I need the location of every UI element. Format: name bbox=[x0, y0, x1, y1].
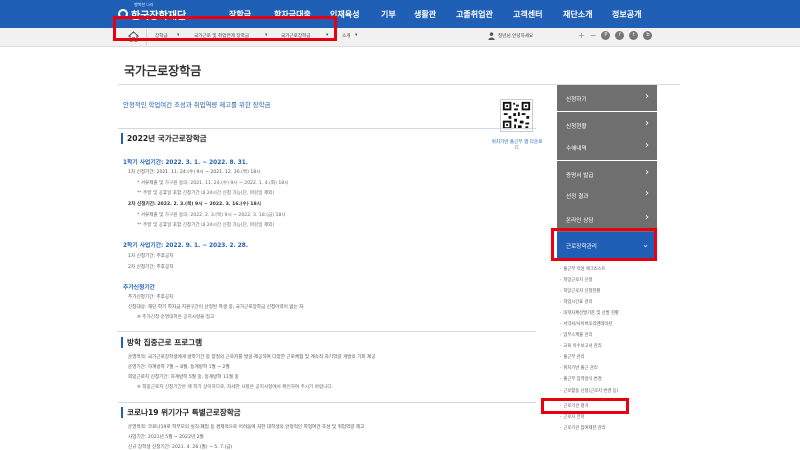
facebook-icon[interactable]: f bbox=[615, 31, 625, 40]
section-divider bbox=[118, 402, 536, 403]
section-title-vacation: 방학 집중근로 프로그램 bbox=[121, 337, 202, 348]
covid-line: 운영목적: 코로나19로 학부모의 실직·폐업 등 경제적으로 어려움에 처한 … bbox=[128, 425, 365, 430]
page-intro: 안정적인 학업여건 조성과 취업역량 제고를 위한 장학금 bbox=[123, 101, 271, 109]
sidebar-item-label: 온라인 상담 bbox=[566, 218, 594, 224]
section-divider bbox=[118, 331, 536, 332]
period-1-line: 2차 신청기간: 2022. 2. 3.(목) 9시 ~ 2022. 3. 16… bbox=[128, 202, 261, 207]
submenu-item[interactable]: 업무스케줄 관리 bbox=[560, 332, 592, 338]
submenu-item[interactable]: 근로기관 참여제한 관리 bbox=[560, 425, 605, 431]
menu-item-about[interactable]: 재단소개 bbox=[563, 9, 592, 20]
sidebar-item-label: 신청하기 bbox=[566, 97, 587, 103]
submenu-item[interactable]: 희망근로지 신청현황 bbox=[560, 288, 600, 294]
extra-period-line: ※ 추가신청 운영대학은 공지사항을 참고 bbox=[137, 315, 215, 320]
breadcrumb-highlight-box bbox=[113, 16, 337, 41]
chevron-right-icon: › bbox=[645, 91, 649, 102]
submenu-item[interactable]: 출근부 작성 체크리스트 bbox=[560, 266, 605, 272]
extra-period-title: 추가신청기간 bbox=[123, 285, 155, 291]
greeting-text: 청년님 안녕하세요 bbox=[498, 34, 534, 39]
period-1-line: ** 주말 및 공휴일 포함 신청기간 내 24시간 신청 가능(단, 마감일 … bbox=[137, 223, 275, 228]
person-icon bbox=[488, 32, 495, 40]
extra-period-line: 추가신청기간: 추후공지 bbox=[128, 295, 174, 300]
print-icon[interactable]: P bbox=[601, 31, 611, 40]
period-2-line: 2차 신청기간: 추후공지 bbox=[128, 265, 174, 270]
chevron-right-icon: › bbox=[645, 140, 649, 151]
menu-item-support[interactable]: 고객센터 bbox=[513, 9, 542, 20]
submenu-item[interactable]: 교육 이수보고서 관리 bbox=[560, 343, 601, 349]
period-1-line: ** 주말 및 공휴일 포함 신청기간 내 24시간 신청 가능(단, 마감일 … bbox=[137, 191, 275, 196]
extra-period-line: 신청대상: 해당 학기 학자금 지원구간이 산정된 학생 중, 국가근로장학금 … bbox=[128, 305, 304, 310]
page-title: 국가근로장학금 bbox=[124, 64, 202, 78]
submenu-item[interactable]: 서약서/사이버오리엔테이션 bbox=[560, 321, 612, 327]
sidebar-item-apply[interactable]: 신청하기 › bbox=[557, 85, 657, 111]
section-title-2022: 2022년 국가근로장학금 bbox=[121, 133, 207, 144]
vacation-line: 운영목적: 국가근로장학생에게 방학기간 중 양질의 근로지를 발굴·제공하여 … bbox=[128, 355, 376, 360]
submenu-item[interactable]: 출근부 관리 bbox=[560, 354, 584, 360]
sidebar-item-label: 선정 결과 bbox=[566, 194, 589, 200]
submenu-item[interactable]: 근로활동 신청(근로지 변경 등) bbox=[560, 388, 618, 394]
menu-item-dormitory[interactable]: 생활관 bbox=[414, 9, 436, 20]
blog-icon[interactable]: b bbox=[643, 31, 653, 40]
period-2-line: 1차 신청기간: 추후공지 bbox=[128, 254, 174, 259]
chevron-right-icon: › bbox=[645, 118, 649, 129]
chevron-right-icon: › bbox=[645, 212, 649, 223]
section-title-covid: 코로나19 위기가구 특별근로장학금 bbox=[121, 407, 241, 418]
twitter-icon[interactable]: t bbox=[629, 31, 639, 40]
covid-line: 신규 장학생 신청기간: 2021. 4. 26.(월) ~ 5. 7.(금) bbox=[128, 445, 233, 450]
submenu-highlight-box bbox=[541, 398, 629, 414]
vacation-line: 운영기간: 하계방학 7월 ~ 8월, 동계방학 1월 ~ 2월 bbox=[128, 365, 230, 370]
submenu-item[interactable]: 학업시간표 관리 bbox=[560, 299, 592, 305]
submenu-item[interactable]: 근로지 전학 bbox=[560, 414, 584, 420]
menu-item-donation[interactable]: 기부 bbox=[381, 9, 396, 20]
sidebar-item-label: 수혜내역 bbox=[566, 146, 587, 152]
zoom-in-button[interactable]: + bbox=[578, 31, 585, 40]
submenu-item[interactable]: 대학자체선발기준 및 선발 현황 bbox=[560, 310, 619, 316]
period-2-title: 2학기 사업기간: 2022. 9. 1. ~ 2023. 2. 28. bbox=[123, 243, 249, 249]
submenu-item[interactable]: 위치기반 출근 관리 bbox=[560, 365, 597, 371]
user-greeting: 청년님 안녕하세요 bbox=[488, 32, 533, 40]
vacation-line: 희망근로지 신청기간: 하계방학 5월 중, 동계방학 11월 중 bbox=[128, 375, 239, 380]
vacation-line: ※ 희망근로지 신청기간은 매 학기 상이하므로, 자세한 사항은 공지사항에서… bbox=[137, 385, 334, 390]
period-1-line: * 서류제출 및 가구원 동의: 2021. 11. 24.(수) 9시 ~ 2… bbox=[137, 181, 289, 186]
covid-line: 사업기간: 2021년 5월 ~ 2022년 2월 bbox=[128, 435, 204, 440]
zoom-out-button[interactable]: − bbox=[590, 31, 597, 40]
sidebar-item-label: 증명서 발급 bbox=[566, 173, 594, 179]
period-1-title: 1학기 사업기간: 2022. 3. 1. ~ 2022. 8. 31. bbox=[123, 160, 249, 166]
sidebar-item-result[interactable]: 선정 결과 › bbox=[557, 182, 657, 208]
sidebar-item-history[interactable]: 수혜내역 › bbox=[557, 134, 657, 160]
section-divider bbox=[118, 128, 536, 129]
chevron-down-icon: ▾ bbox=[355, 33, 358, 38]
period-1-line: * 서류제출 및 가구원 동의: 2022. 2. 3.(목) 9시 ~ 202… bbox=[137, 213, 286, 218]
menu-item-disclosure[interactable]: 정보공개 bbox=[612, 9, 641, 20]
sidebar-item-label: 신청현황 bbox=[566, 124, 587, 130]
menu-item-employment[interactable]: 고졸취업관 bbox=[456, 9, 493, 20]
chevron-right-icon: › bbox=[645, 167, 649, 178]
period-1-line: 1차 신청기간: 2021. 11. 24.(수) 9시 ~ 2021. 12.… bbox=[128, 170, 261, 175]
chevron-right-icon: › bbox=[645, 188, 649, 199]
page-tools: + − P f t b bbox=[578, 31, 653, 40]
sidebar-highlight-box bbox=[551, 228, 657, 261]
qr-caption[interactable]: 위치기반 출근부 앱 다운로드 bbox=[491, 140, 543, 152]
breadcrumb-intro[interactable]: 소개 bbox=[342, 33, 350, 39]
logo-sub: 행복한 나라 bbox=[134, 2, 154, 7]
submenu-item[interactable]: 출근부 입력방식 변경 bbox=[560, 376, 601, 382]
submenu-item[interactable]: 희망근로지 신청 bbox=[560, 277, 592, 283]
